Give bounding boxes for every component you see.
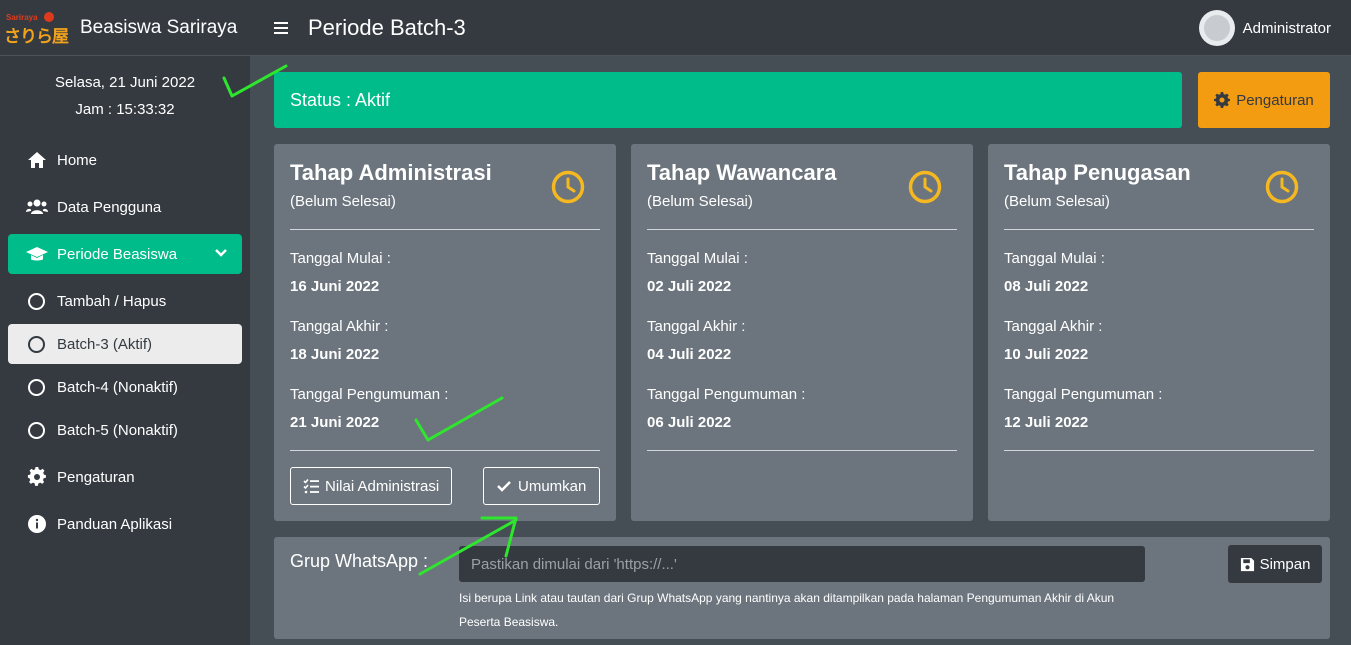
sidebar-item-label: Data Pengguna <box>57 198 162 216</box>
circle-icon <box>28 335 45 353</box>
end-date-label: Tanggal Akhir : <box>290 318 389 335</box>
home-icon <box>26 150 48 170</box>
sidebar-subitem-label: Batch-4 (Nonaktif) <box>57 378 178 396</box>
save-icon <box>1240 557 1254 571</box>
start-date-label: Tanggal Mulai : <box>1004 250 1105 267</box>
announce-date-value: 21 Juni 2022 <box>290 414 380 431</box>
announce-date-label: Tanggal Pengumuman : <box>1004 386 1163 403</box>
sidebar: Sariraya さりら屋 Beasiswa Sariraya Selasa, … <box>0 0 250 645</box>
logo-top-text: Sariraya <box>6 12 38 22</box>
status-banner: Status : Aktif <box>274 72 1182 128</box>
logo-main-text: さりら屋 <box>4 26 69 47</box>
sidebar-subitem-batch-3[interactable]: Batch-3 (Aktif) <box>8 324 242 364</box>
start-date-label: Tanggal Mulai : <box>290 250 391 267</box>
start-date-label: Tanggal Mulai : <box>647 250 748 267</box>
card-tahap-wawancara: Tahap Wawancara (Belum Selesai) Tanggal … <box>631 144 973 521</box>
sidebar-subitem-label: Batch-3 (Aktif) <box>57 335 153 353</box>
divider <box>290 229 600 230</box>
sidebar-item-data-pengguna[interactable]: Data Pengguna <box>8 187 242 227</box>
card-tahap-administrasi: Tahap Administrasi (Belum Selesai) Tangg… <box>274 144 616 521</box>
divider <box>290 450 600 451</box>
clock-icon <box>550 169 586 210</box>
sidebar-item-pengaturan[interactable]: Pengaturan <box>8 457 242 497</box>
end-date-label: Tanggal Akhir : <box>647 318 746 335</box>
sidebar-subitem-label: Batch-5 (Nonaktif) <box>57 421 178 439</box>
end-date-value: 10 Juli 2022 <box>1004 346 1089 363</box>
circle-icon <box>28 292 45 310</box>
divider <box>647 450 957 451</box>
announce-date-value: 06 Juli 2022 <box>647 414 732 431</box>
current-time: Jam : 15:33:32 <box>75 101 175 118</box>
card-tahap-penugasan: Tahap Penugasan (Belum Selesai) Tanggal … <box>988 144 1330 521</box>
end-date-label: Tanggal Akhir : <box>1004 318 1103 335</box>
clock-icon <box>1264 169 1300 210</box>
top-header: Periode Batch-3 Administrator <box>250 0 1351 56</box>
user-menu[interactable]: Administrator <box>1198 10 1331 46</box>
sidebar-item-home[interactable]: Home <box>8 140 242 180</box>
gear-icon <box>26 467 48 487</box>
save-button-label: Simpan <box>1259 555 1311 573</box>
list-check-icon <box>303 478 319 494</box>
logo-mark <box>44 11 54 22</box>
button-label: Nilai Administrasi <box>325 477 440 495</box>
sidebar-nav: Home Data Pengguna Periode Beasiswa Tamb… <box>8 140 242 551</box>
whatsapp-link-input[interactable] <box>459 546 1145 582</box>
gear-icon <box>1214 92 1231 108</box>
brand[interactable]: Sariraya さりら屋 Beasiswa Sariraya <box>0 0 250 56</box>
sidebar-item-label: Panduan Aplikasi <box>57 515 173 533</box>
sidebar-subitem-batch-4[interactable]: Batch-4 (Nonaktif) <box>8 367 242 407</box>
end-date-value: 18 Juni 2022 <box>290 346 380 363</box>
settings-button-label: Pengaturan <box>1236 91 1314 109</box>
save-button[interactable]: Simpan <box>1228 545 1322 583</box>
current-date: Selasa, 21 Juni 2022 <box>54 74 196 91</box>
check-icon <box>497 481 511 492</box>
card-subtitle: (Belum Selesai) <box>290 193 396 210</box>
card-title: Tahap Wawancara <box>647 160 837 185</box>
sidebar-subitem-batch-5[interactable]: Batch-5 (Nonaktif) <box>8 410 242 450</box>
divider <box>1004 229 1314 230</box>
sidebar-item-periode-beasiswa[interactable]: Periode Beasiswa <box>8 234 242 274</box>
announce-date-label: Tanggal Pengumuman : <box>647 386 806 403</box>
whatsapp-group-panel: Grup WhatsApp : Isi berupa Link atau tau… <box>274 537 1330 639</box>
sidebar-subitem-label: Tambah / Hapus <box>57 292 167 310</box>
button-label: Umumkan <box>518 477 587 495</box>
announce-date-value: 12 Juli 2022 <box>1004 414 1089 431</box>
chevron-down-icon <box>214 246 228 264</box>
sidebar-item-label: Pengaturan <box>57 468 135 486</box>
user-name: Administrator <box>1242 19 1331 37</box>
brand-logo: Sariraya さりら屋 <box>4 11 69 47</box>
graduation-cap-icon <box>26 244 48 264</box>
settings-button[interactable]: Pengaturan <box>1198 72 1330 128</box>
divider <box>1004 450 1314 451</box>
start-date-value: 02 Juli 2022 <box>647 278 732 295</box>
card-subtitle: (Belum Selesai) <box>1004 193 1110 210</box>
users-icon <box>26 197 48 217</box>
sidebar-subitem-tambah-hapus[interactable]: Tambah / Hapus <box>8 281 242 321</box>
card-subtitle: (Belum Selesai) <box>647 193 753 210</box>
clock-icon <box>907 169 943 210</box>
brand-name: Beasiswa Sariraya <box>80 16 238 38</box>
sidebar-item-panduan[interactable]: Panduan Aplikasi <box>8 504 242 544</box>
start-date-value: 08 Juli 2022 <box>1004 278 1089 295</box>
sidebar-item-label: Periode Beasiswa <box>57 245 178 263</box>
whatsapp-help-text: Isi berupa Link atau tautan dari Grup Wh… <box>459 591 1115 629</box>
umumkan-button[interactable]: Umumkan <box>483 467 600 505</box>
announce-date-label: Tanggal Pengumuman : <box>290 386 449 403</box>
menu-toggle-icon[interactable] <box>274 19 288 37</box>
nilai-administrasi-button[interactable]: Nilai Administrasi <box>290 467 453 505</box>
circle-icon <box>28 378 45 396</box>
avatar <box>1198 10 1235 46</box>
sidebar-item-label: Home <box>57 151 98 169</box>
whatsapp-label: Grup WhatsApp : <box>290 551 429 571</box>
card-title: Tahap Penugasan <box>1004 160 1191 185</box>
page-title: Periode Batch-3 <box>308 14 466 40</box>
info-icon <box>26 514 48 534</box>
start-date-value: 16 Juni 2022 <box>290 278 380 295</box>
circle-icon <box>28 421 45 439</box>
divider <box>647 229 957 230</box>
card-title: Tahap Administrasi <box>290 160 492 185</box>
end-date-value: 04 Juli 2022 <box>647 346 732 363</box>
